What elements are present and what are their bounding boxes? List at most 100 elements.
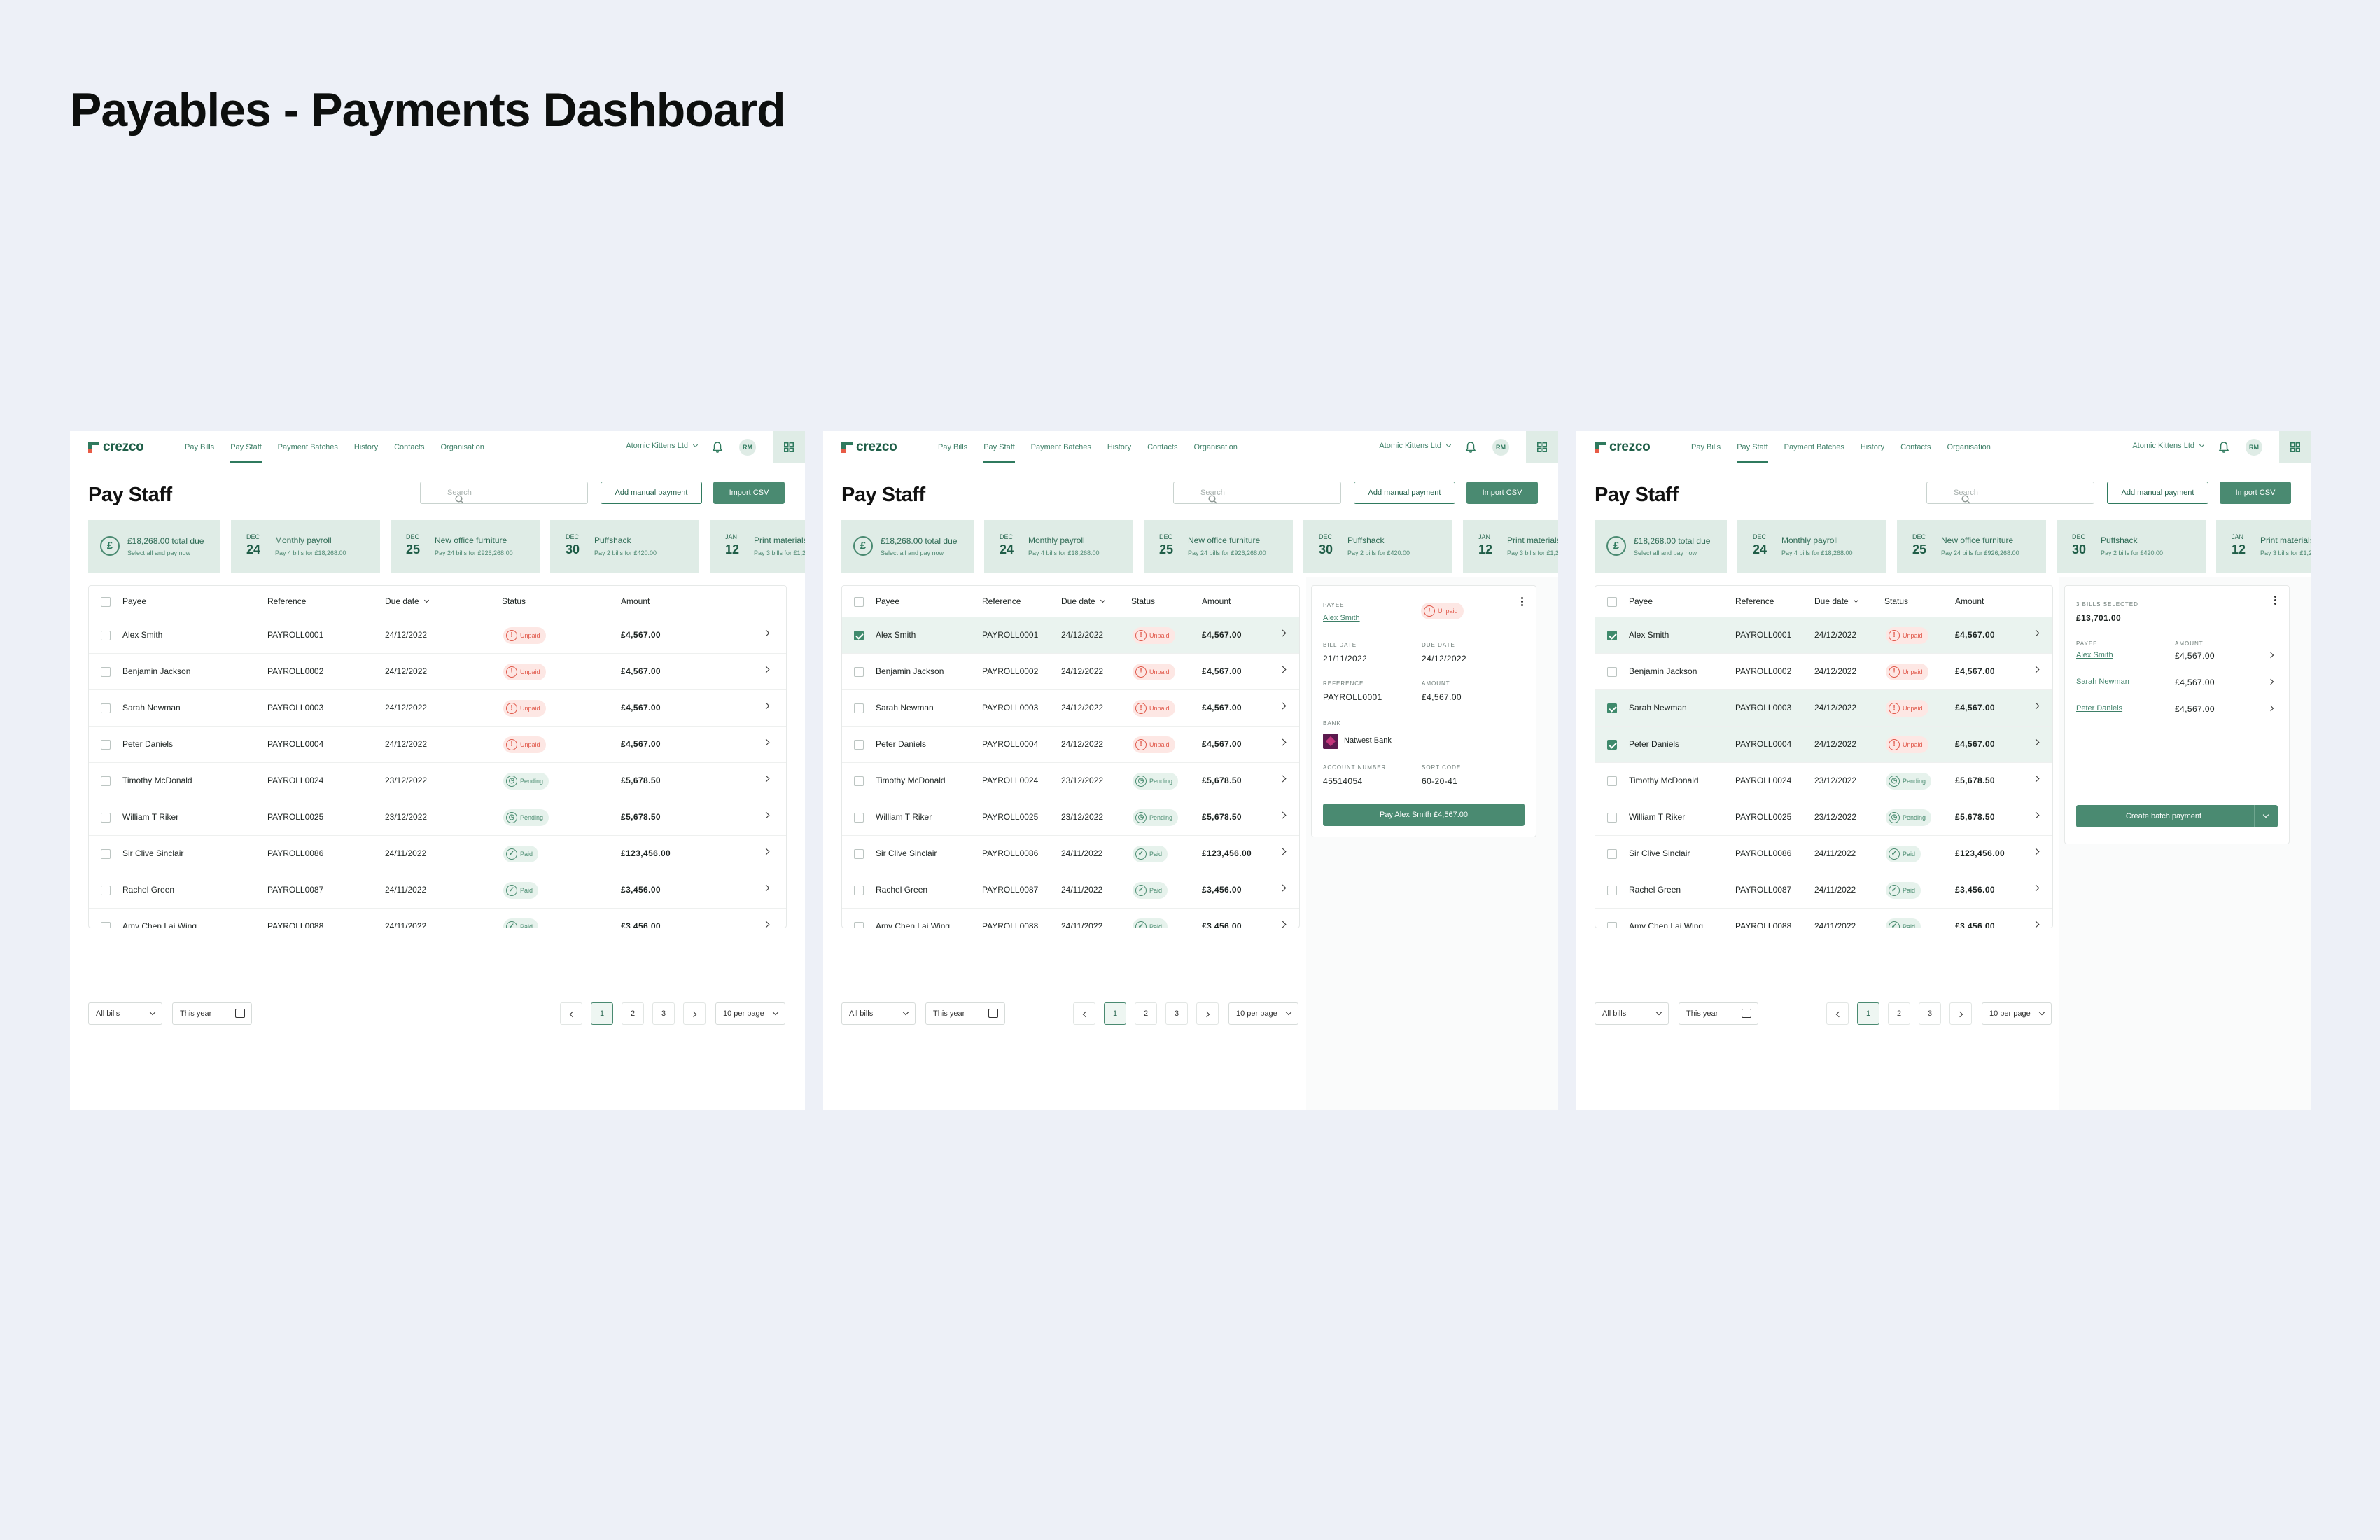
import-csv-button[interactable]: Import CSV [1466,482,1538,504]
nav-item-payment-batches[interactable]: Payment Batches [278,431,338,463]
chevron-right-icon[interactable] [762,666,770,673]
table-row[interactable]: William T Riker PAYROLL0025 23/12/2022 ◷ Pen… [842,799,1299,836]
bill-filter-select[interactable]: All bills [1595,1002,1669,1025]
page-button-1[interactable]: 1 [1104,1002,1126,1025]
col-due-date[interactable]: Due date [385,596,429,606]
table-row[interactable]: Rachel Green PAYROLL0087 24/11/2022 ✓ Paid £3… [1595,872,2052,909]
row-checkbox[interactable] [1607,704,1617,713]
nav-item-organisation[interactable]: Organisation [1947,431,1991,463]
col-reference[interactable]: Reference [267,596,306,606]
page-button-3[interactable]: 3 [1919,1002,1941,1025]
due-group-card[interactable]: DEC 25 New office furniture Pay 24 bills fo… [1897,520,2046,573]
avatar[interactable]: RM [739,439,756,456]
total-due-card[interactable]: £ £18,268.00 total due Select all and pay … [841,520,974,573]
col-payee[interactable]: Payee [876,596,899,606]
chevron-right-icon[interactable] [762,848,770,855]
prev-page-button[interactable] [560,1002,582,1025]
more-menu-icon[interactable] [2274,596,2276,598]
table-row[interactable]: Sir Clive Sinclair PAYROLL0086 24/11/2022 ✓… [842,836,1299,872]
add-manual-payment-button[interactable]: Add manual payment [1354,482,1455,504]
table-row[interactable]: William T Riker PAYROLL0025 23/12/2022 ◷ Pen… [89,799,786,836]
table-row[interactable]: Rachel Green PAYROLL0087 24/11/2022 ✓ Paid £3… [842,872,1299,909]
chevron-right-icon[interactable] [762,702,770,710]
batch-item-payee[interactable]: Sarah Newman [2076,678,2129,686]
chevron-right-icon[interactable] [762,920,770,927]
chevron-right-icon[interactable] [762,775,770,783]
row-checkbox[interactable] [101,704,111,713]
table-row[interactable]: Sarah Newman PAYROLL0003 24/12/2022! Unpaid… [1595,690,2052,727]
row-checkbox[interactable] [101,813,111,822]
table-row[interactable]: Benjamin Jackson PAYROLL0002 24/12/2022! Un… [89,654,786,690]
bill-filter-select[interactable]: All bills [841,1002,916,1025]
due-group-card[interactable]: DEC 24 Monthly payroll Pay 4 bills for £18,… [1737,520,1886,573]
nav-item-pay-staff[interactable]: Pay Staff [983,431,1016,463]
search-input[interactable]: Search [420,482,588,504]
row-checkbox[interactable] [1607,813,1617,822]
table-row[interactable]: Benjamin Jackson PAYROLL0002 24/12/2022! Un… [842,654,1299,690]
chevron-right-icon[interactable] [1279,629,1287,637]
col-status[interactable]: Status [1131,596,1155,606]
row-checkbox[interactable] [854,667,864,677]
row-checkbox[interactable] [1607,667,1617,677]
period-select[interactable]: This year [172,1002,252,1025]
org-switcher[interactable]: Atomic Kittens Ltd [626,442,699,450]
total-due-card[interactable]: £ £18,268.00 total due Select all and pay … [88,520,220,573]
table-row[interactable]: Alex Smith PAYROLL0001 24/12/2022! Unpaid £4… [1595,617,2052,654]
col-status[interactable]: Status [502,596,526,606]
chevron-right-icon[interactable] [1279,738,1287,746]
table-row[interactable]: Amy Chen Lai Wing PAYROLL0088 24/11/2022 ✓ P… [1595,909,2052,927]
chevron-right-icon[interactable] [762,738,770,746]
chevron-down-icon[interactable] [2254,805,2278,827]
table-row[interactable]: Sir Clive Sinclair PAYROLL0086 24/11/2022 ✓… [89,836,786,872]
nav-item-payment-batches[interactable]: Payment Batches [1784,431,1844,463]
crezco-logo[interactable]: crezco [841,440,897,455]
due-group-card[interactable]: DEC 25 New office furniture Pay 24 bills fo… [391,520,540,573]
nav-item-pay-bills[interactable]: Pay Bills [938,431,967,463]
bell-icon[interactable] [2218,441,2230,457]
create-batch-payment-button[interactable]: Create batch payment [2076,805,2278,827]
table-row[interactable]: Sarah Newman PAYROLL0003 24/12/2022! Unpaid… [842,690,1299,727]
prev-page-button[interactable] [1073,1002,1096,1025]
nav-item-history[interactable]: History [1107,431,1131,463]
page-button-2[interactable]: 2 [1888,1002,1910,1025]
chevron-right-icon[interactable] [2267,652,2274,659]
table-row[interactable]: William T Riker PAYROLL0025 23/12/2022 ◷ Pen… [1595,799,2052,836]
nav-item-pay-bills[interactable]: Pay Bills [185,431,214,463]
table-row[interactable]: Timothy McDonald PAYROLL0024 23/12/2022 ◷ Pe… [89,763,786,799]
avatar[interactable]: RM [2246,439,2262,456]
row-checkbox[interactable] [854,922,864,927]
chevron-right-icon[interactable] [1279,702,1287,710]
due-group-card[interactable]: JAN 12 Print materials Pay 3 bills for £1,2… [1463,520,1558,573]
chevron-right-icon[interactable] [1279,811,1287,819]
nav-item-pay-staff[interactable]: Pay Staff [230,431,262,463]
next-page-button[interactable] [1196,1002,1219,1025]
chevron-right-icon[interactable] [762,884,770,892]
prev-page-button[interactable] [1826,1002,1849,1025]
col-due-date[interactable]: Due date [1814,596,1858,606]
row-checkbox[interactable] [101,886,111,895]
crezco-logo[interactable]: crezco [1595,440,1651,455]
row-checkbox[interactable] [854,740,864,750]
col-amount[interactable]: Amount [1202,596,1231,606]
crezco-logo[interactable]: crezco [88,440,144,455]
row-checkbox[interactable] [1607,740,1617,750]
avatar[interactable]: RM [1492,439,1509,456]
select-all-checkbox[interactable] [854,597,864,607]
chevron-right-icon[interactable] [1279,775,1287,783]
page-button-2[interactable]: 2 [1135,1002,1157,1025]
chevron-right-icon[interactable] [1279,666,1287,673]
period-select[interactable]: This year [925,1002,1005,1025]
col-due-date[interactable]: Due date [1061,596,1105,606]
row-checkbox[interactable] [1607,849,1617,859]
table-row[interactable]: Timothy McDonald PAYROLL0024 23/12/2022 ◷ Pe… [1595,763,2052,799]
page-button-2[interactable]: 2 [622,1002,644,1025]
row-checkbox[interactable] [101,776,111,786]
row-checkbox[interactable] [1607,631,1617,640]
table-row[interactable]: Amy Chen Lai Wing PAYROLL0088 24/11/2022 ✓ P… [842,909,1299,927]
nav-item-payment-batches[interactable]: Payment Batches [1031,431,1091,463]
page-button-3[interactable]: 3 [652,1002,675,1025]
bell-icon[interactable] [712,441,723,457]
nav-item-history[interactable]: History [354,431,378,463]
select-all-checkbox[interactable] [101,597,111,607]
import-csv-button[interactable]: Import CSV [713,482,785,504]
